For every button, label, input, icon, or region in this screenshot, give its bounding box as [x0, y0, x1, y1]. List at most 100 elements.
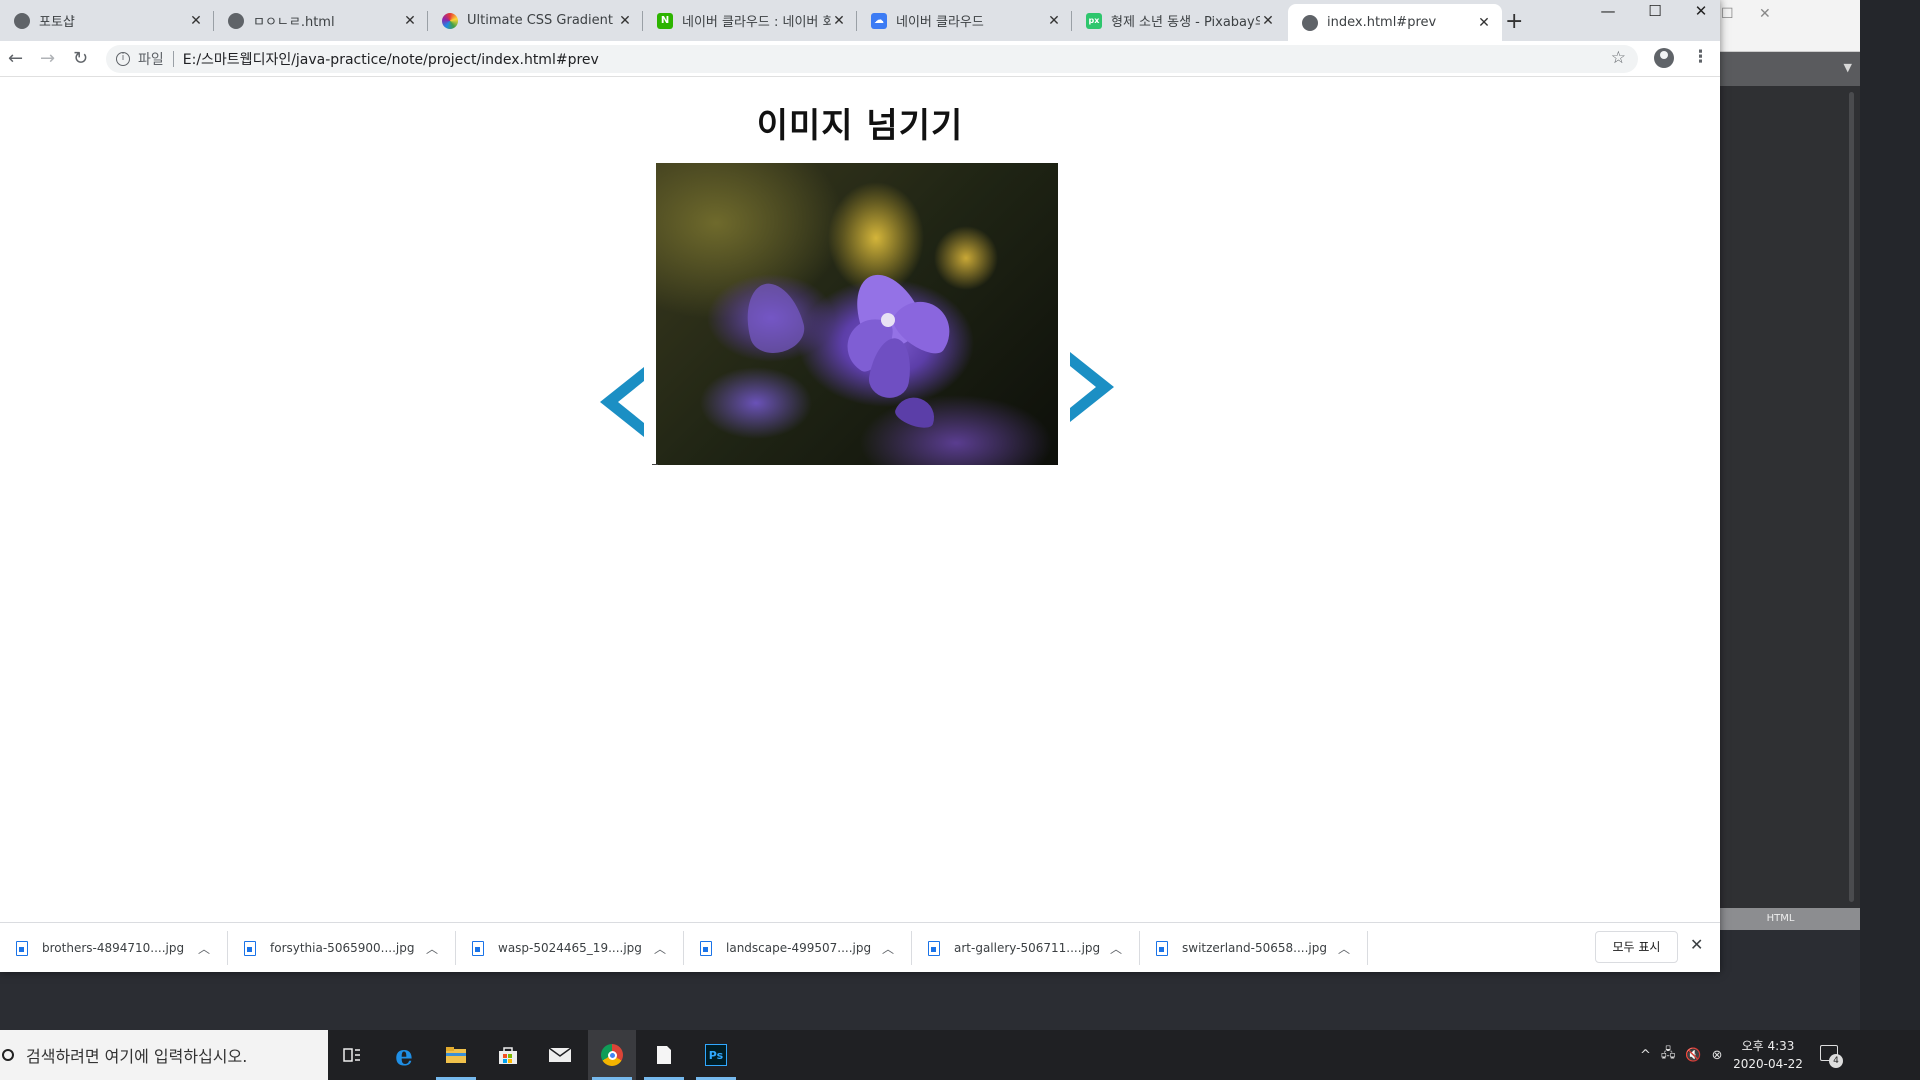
- chevron-up-icon[interactable]: ︿: [1106, 940, 1126, 957]
- volume-muted-icon[interactable]: 🔇: [1685, 1048, 1701, 1063]
- tab-pixabay[interactable]: px 형제 소년 동생 - Pixabay의 ✕: [1072, 0, 1286, 41]
- close-icon[interactable]: ✕: [402, 13, 418, 29]
- taskbar: 검색하려면 여기에 입력하십시오. e Ps ^ 🖧 🔇 ⊗ 오후 4:33 2…: [0, 1030, 1920, 1080]
- taskbar-edge[interactable]: e: [380, 1030, 428, 1080]
- editor-close-icon[interactable]: ✕: [1759, 6, 1771, 22]
- tab-title: ㅁㅇㄴㄹ.html: [253, 15, 335, 30]
- chevron-up-icon[interactable]: ︿: [650, 940, 670, 957]
- ime-indicator-icon[interactable]: ⊗: [1712, 1048, 1723, 1063]
- reload-icon[interactable]: ↻: [73, 48, 88, 69]
- pixabay-icon: px: [1086, 12, 1102, 29]
- editor-dropdown-icon[interactable]: ▼: [1844, 61, 1852, 74]
- desktop-background: [1860, 0, 1920, 1080]
- chevron-up-icon[interactable]: ︿: [422, 940, 442, 957]
- chrome-icon: [601, 1044, 623, 1066]
- search-placeholder: 검색하려면 여기에 입력하십시오.: [26, 1047, 248, 1066]
- prev-arrow-icon[interactable]: [600, 367, 650, 437]
- image-file-icon: [928, 940, 940, 956]
- download-separator: [1367, 931, 1368, 965]
- close-icon[interactable]: ✕: [617, 13, 633, 29]
- more-menu-icon[interactable]: ⋮: [1692, 47, 1709, 67]
- address-bar[interactable]: i 파일 E:/스마트웹디자인/java-practice/note/proje…: [106, 45, 1638, 73]
- browser-toolbar: ← → ↻ i 파일 E:/스마트웹디자인/java-practice/note…: [0, 41, 1720, 77]
- back-arrow-icon[interactable]: ←: [8, 48, 23, 69]
- tab-naver-cloud[interactable]: ☁ 네이버 클라우드 ✕: [857, 0, 1072, 41]
- link-underline: [652, 464, 658, 465]
- close-window-icon[interactable]: ✕: [1678, 2, 1724, 20]
- image-file-icon: [1156, 940, 1168, 956]
- tab-title: 형제 소년 동생 - Pixabay의: [1111, 15, 1260, 30]
- download-item[interactable]: landscape-499507....jpg ︿: [684, 923, 912, 973]
- close-icon[interactable]: ✕: [1690, 935, 1703, 954]
- download-item[interactable]: art-gallery-506711....jpg ︿: [912, 923, 1140, 973]
- taskbar-photoshop[interactable]: Ps: [692, 1030, 740, 1080]
- editor-toolbar: ▼: [1701, 52, 1860, 86]
- maximize-icon[interactable]: ☐: [1632, 2, 1678, 20]
- chevron-up-icon[interactable]: ^: [1640, 1048, 1651, 1063]
- taskbar-chrome[interactable]: [588, 1030, 636, 1080]
- show-all-button[interactable]: 모두 표시: [1595, 931, 1678, 963]
- tab-html-file[interactable]: ㅁㅇㄴㄹ.html ✕: [214, 0, 428, 41]
- tab-index-prev[interactable]: index.html#prev ✕: [1288, 4, 1502, 41]
- flower-petal: [737, 277, 810, 359]
- editor-scrollbar[interactable]: [1849, 92, 1854, 902]
- download-item[interactable]: brothers-4894710....jpg ︿: [0, 923, 228, 973]
- task-view-icon: [343, 1048, 360, 1062]
- taskbar-store[interactable]: [484, 1030, 532, 1080]
- photoshop-icon: Ps: [705, 1044, 727, 1066]
- naver-n-icon: N: [657, 12, 673, 29]
- download-item[interactable]: wasp-5024465_19....jpg ︿: [456, 923, 684, 973]
- profile-avatar-icon[interactable]: [1654, 48, 1674, 68]
- close-icon[interactable]: ✕: [1046, 13, 1062, 29]
- download-filename: switzerland-50658....jpg: [1182, 941, 1327, 955]
- tab-title: Ultimate CSS Gradient Gen: [467, 13, 617, 28]
- address-url[interactable]: E:/스마트웹디자인/java-practice/note/project/in…: [183, 49, 599, 69]
- taskbar-file-explorer[interactable]: [432, 1030, 480, 1080]
- network-icon[interactable]: 🖧: [1661, 1044, 1676, 1066]
- naver-cloud-icon: ☁: [871, 12, 887, 29]
- clock[interactable]: 오후 4:33 2020-04-22: [1733, 1037, 1803, 1073]
- scheme-label: 파일: [138, 52, 164, 68]
- minimize-icon[interactable]: —: [1585, 2, 1631, 20]
- globe-icon: [14, 12, 30, 29]
- close-icon[interactable]: ✕: [1260, 13, 1276, 29]
- color-wheel-icon: [442, 12, 458, 29]
- clock-time: 오후 4:33: [1741, 1039, 1795, 1053]
- search-icon: [2, 1049, 14, 1061]
- close-icon[interactable]: ✕: [188, 13, 204, 29]
- task-view-button[interactable]: [328, 1030, 376, 1080]
- close-icon[interactable]: ✕: [1476, 15, 1492, 31]
- close-icon[interactable]: ✕: [831, 13, 847, 29]
- taskbar-mail[interactable]: [536, 1030, 584, 1080]
- download-shelf: brothers-4894710....jpg ︿ forsythia-5065…: [0, 922, 1720, 972]
- chevron-up-icon[interactable]: ︿: [1334, 940, 1354, 957]
- tab-title: 네이버 클라우드 : 네이버 회: [682, 15, 831, 30]
- slide-image: [656, 163, 1058, 465]
- next-arrow-icon[interactable]: [1064, 352, 1114, 422]
- tab-css-gradient[interactable]: Ultimate CSS Gradient Gen ✕: [428, 0, 643, 41]
- taskbar-search-box[interactable]: 검색하려면 여기에 입력하십시오.: [0, 1030, 328, 1080]
- image-file-icon: [16, 940, 28, 956]
- tab-photoshop[interactable]: 포토샵 ✕: [0, 0, 214, 41]
- document-icon: [657, 1046, 671, 1064]
- forward-arrow-icon[interactable]: →: [40, 48, 55, 69]
- taskbar-notepad[interactable]: [640, 1030, 688, 1080]
- download-item[interactable]: switzerland-50658....jpg ︿: [1140, 923, 1368, 973]
- background-editor-window: ☐ ✕ ▼ HTML: [1700, 0, 1860, 930]
- bookmark-star-icon[interactable]: ☆: [1611, 48, 1626, 68]
- tab-title: 네이버 클라우드: [896, 15, 984, 30]
- flower-bud: [892, 392, 940, 432]
- clock-date: 2020-04-22: [1733, 1057, 1803, 1071]
- globe-icon: [228, 12, 244, 29]
- editor-titlebar: ☐ ✕: [1701, 0, 1860, 52]
- info-icon[interactable]: i: [116, 52, 130, 66]
- download-filename: forsythia-5065900....jpg: [270, 941, 415, 955]
- globe-icon: [1302, 14, 1318, 31]
- tab-strip: 포토샵 ✕ ㅁㅇㄴㄹ.html ✕ Ultimate CSS Gradient …: [0, 0, 1720, 41]
- chevron-up-icon[interactable]: ︿: [878, 940, 898, 957]
- tab-naver-cloud-login[interactable]: N 네이버 클라우드 : 네이버 회 ✕: [643, 0, 857, 41]
- chevron-up-icon[interactable]: ︿: [194, 940, 214, 957]
- editor-status-bar: HTML: [1701, 908, 1860, 930]
- download-item[interactable]: forsythia-5065900....jpg ︿: [228, 923, 456, 973]
- new-tab-button[interactable]: +: [1505, 9, 1523, 34]
